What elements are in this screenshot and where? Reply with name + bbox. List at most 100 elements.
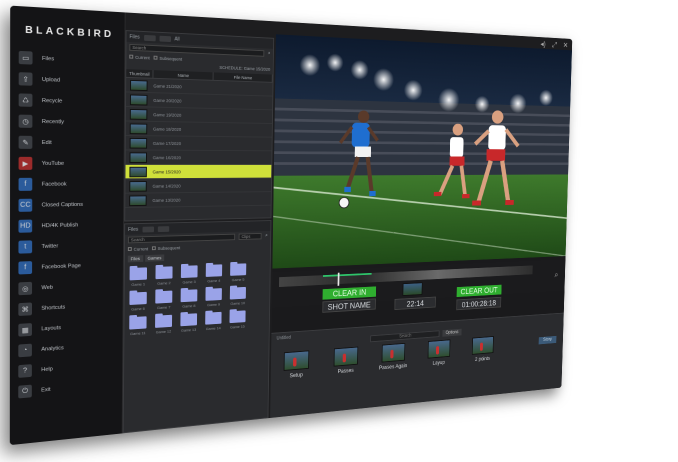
browser-toggle[interactable]: All [174,36,179,42]
table-row[interactable]: Game 15/2020 [125,164,272,180]
clip-thumbnail [427,339,451,359]
sidebar-item-label: Web [41,284,53,291]
options-button[interactable]: Options [442,328,462,337]
grid-view-icon[interactable] [157,225,169,232]
row-name: Game 15/2020 [152,169,181,174]
folder-item[interactable]: Game 5 [228,263,248,282]
subsequent-checkbox[interactable]: Subsequent [153,55,182,61]
sidebar-item-label: YouTube [41,160,65,167]
sidebar-item-youtube[interactable]: ▶ YouTube [10,153,124,174]
folder-item[interactable]: Game 15 [228,310,248,329]
table-row[interactable]: Game 17/2020 [125,135,272,152]
folder-label: Game 12 [155,328,172,335]
folder-item[interactable]: Game 9 [204,288,224,307]
clip-thumbnail [129,151,148,163]
folder-item[interactable]: Game 8 [179,289,200,309]
file-table-body: Game 21/2020 Game 20/2020 Game 19/2020 Game… [125,77,273,209]
folder-item[interactable]: Game 7 [153,290,174,310]
sidebar-item-label: Recently [41,118,65,125]
row-name: Game 14/2020 [152,183,181,189]
sidebar-item-label: Layouts [41,324,62,332]
folder-icon [205,264,223,277]
sidebar-item-edit[interactable]: ✎ Edit [10,132,124,154]
sidebar-item-closed-captions[interactable]: CC Closed Captions [10,194,123,216]
sidebar-item-label: Analytics [41,344,64,353]
video-player[interactable] [272,34,572,269]
row-file-name [213,115,272,116]
folder-label: Game 13 [181,327,197,333]
clip-thumbnail [129,194,147,206]
youtube-icon: ▶ [18,156,33,170]
folder-item[interactable]: Game 2 [154,266,175,286]
clip-item[interactable]: Passes [329,346,362,375]
row-name: Game 20/2020 [153,97,182,103]
sidebar-item-label: Exit [41,386,51,394]
sidebar-item-label: Upload [41,76,61,84]
brand-logo: BLACKBIRD [25,24,115,41]
speaker-icon[interactable]: ◂) [540,40,545,49]
current-checkbox[interactable]: Current [127,246,148,251]
tab-files[interactable]: Files [127,255,143,263]
recycle-icon: ♺ [18,93,33,107]
subsequent-checkbox[interactable]: Subsequent [151,245,180,251]
sidebar-item-label: Edit [41,139,52,146]
folder-label: Game 6 [131,306,145,312]
clear-out-button[interactable]: CLEAR OUT [456,284,502,298]
folder-icon [155,266,173,280]
duration-field: 22:14 [394,296,436,311]
clip-item[interactable]: 2 points [468,336,497,364]
expand-icon[interactable]: ⤢ [552,40,557,49]
list-view-icon[interactable] [142,226,154,233]
folder-label: Game 15 [230,323,245,330]
row-name: Game 18/2020 [152,126,182,132]
table-row[interactable]: Game 18/2020 [125,121,272,138]
search-icon[interactable]: ⌕ [268,50,271,56]
clip-item[interactable]: Layup [424,339,454,367]
folder-item[interactable]: Game 13 [178,313,198,333]
soccer-match-frame [272,34,572,269]
sidebar-item-facebook[interactable]: f Facebook [10,174,124,195]
list-view-icon[interactable] [143,34,156,41]
timecode-field: 01:00:28:18 [456,296,502,311]
stage: ◂) ⤢ ✕ BLACKBIRD ▭ Files ⇪ Upload ♺ Recycle ◷ R… [0,0,678,462]
folder-item[interactable]: Game 1 [128,267,149,287]
clip-thumbnail [129,166,147,177]
grid-view-icon[interactable] [159,35,171,42]
close-icon[interactable]: ✕ [563,41,568,50]
folder-item[interactable]: Game 14 [203,311,223,332]
folder-icon [155,314,173,328]
folder-item[interactable]: Game 3 [179,265,200,284]
row-name: Game 19/2020 [153,111,182,118]
web-icon: ◎ [18,281,33,296]
current-checkbox[interactable]: Current [129,54,150,60]
folder-label: Game 9 [207,301,221,308]
folder-item[interactable]: Game 6 [127,291,148,312]
playhead[interactable] [337,272,340,286]
clip-thumbnail [283,350,310,371]
clip-filter-select[interactable]: Clips [238,232,262,240]
row-file-name [212,198,271,199]
folder-item[interactable]: Game 4 [204,264,224,283]
folder-item[interactable]: Game 12 [153,314,174,335]
shot-name-field[interactable]: SHOT NAME [322,298,376,313]
clock-icon: ◷ [18,114,33,128]
sidebar-item-recycle[interactable]: ♺ Recycle [10,89,124,113]
clip-item[interactable]: Passes Again [377,342,409,372]
column-thumbnail[interactable]: Thumbnail [126,69,154,78]
folder-icon [205,311,222,325]
folder-item[interactable]: Game 10 [228,286,248,306]
zoom-icon[interactable]: ⌕ [554,271,558,280]
clip-thumbnail [471,336,494,355]
clip-item[interactable]: Setup [279,350,313,380]
table-row[interactable]: Game 13/2020 [125,192,271,209]
folder-icon [129,291,147,305]
table-row[interactable]: Game 16/2020 [125,150,272,165]
folder-item[interactable]: Game 11 [127,316,148,336]
tab-games[interactable]: Games [144,254,165,262]
sidebar-item-recently[interactable]: ◷ Recently [10,110,124,133]
folder-icon [205,288,222,301]
search-icon[interactable]: ⌕ [265,233,268,238]
folder-label: Game 7 [156,304,171,311]
row-thumbnail-cell [126,137,153,149]
story-button[interactable]: Story [538,335,557,345]
